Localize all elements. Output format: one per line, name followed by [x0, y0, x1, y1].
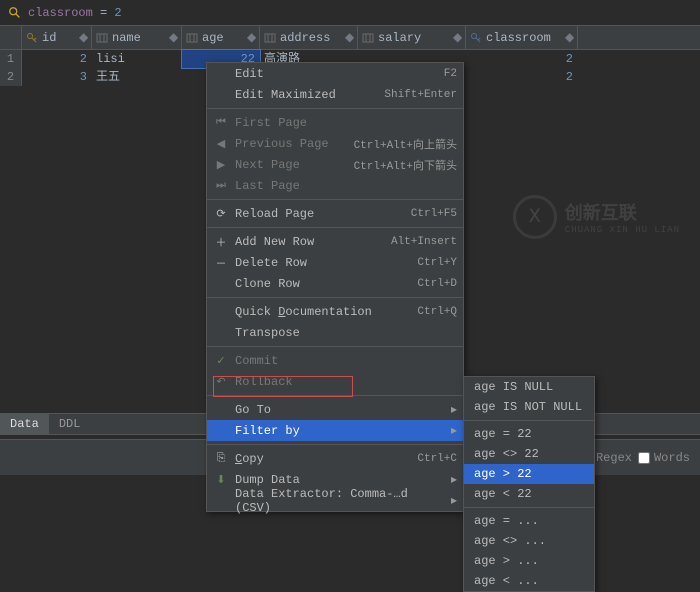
context-menu: EditF2 Edit MaximizedShift+Enter ⏮First … — [206, 62, 464, 512]
filter-expression[interactable]: classroom = 2 — [28, 6, 122, 20]
column-header-age[interactable]: age ◆ — [182, 26, 260, 49]
menu-filter-by[interactable]: Filter by▸ — [207, 420, 463, 441]
column-icon — [264, 32, 276, 44]
cell-name[interactable]: lisi — [92, 50, 182, 68]
column-icon — [362, 32, 374, 44]
menu-first-page: ⏮First Page — [207, 112, 463, 133]
filter-bar: classroom = 2 — [0, 0, 700, 26]
column-label: age — [202, 31, 247, 45]
filter-not-equals-prompt[interactable]: age <> ... — [464, 531, 594, 551]
key-icon — [26, 32, 38, 44]
menu-commit: ✓Commit — [207, 350, 463, 371]
filter-is-null[interactable]: age IS NULL — [464, 377, 594, 397]
column-icon — [96, 32, 108, 44]
first-page-icon: ⏮ — [213, 117, 229, 129]
column-label: classroom — [486, 31, 565, 45]
submenu-arrow-icon: ▸ — [449, 402, 457, 417]
menu-edit-maximized[interactable]: Edit MaximizedShift+Enter — [207, 84, 463, 105]
menu-next-page: ▶Next PageCtrl+Alt+向下箭头 — [207, 154, 463, 175]
column-icon — [186, 32, 198, 44]
menu-copy[interactable]: ⎘CopyCtrl+C — [207, 448, 463, 469]
column-header-name[interactable]: name ◆ — [92, 26, 182, 49]
sort-indicator[interactable]: ◆ — [453, 30, 461, 45]
filter-less-than-prompt[interactable]: age < ... — [464, 571, 594, 591]
menu-last-page: ⏭Last Page — [207, 175, 463, 196]
column-header-salary[interactable]: salary ◆ — [358, 26, 466, 49]
column-label: address — [280, 31, 345, 45]
menu-separator — [207, 444, 463, 445]
tab-data[interactable]: Data — [0, 414, 49, 434]
menu-edit[interactable]: EditF2 — [207, 63, 463, 84]
watermark-py: CHUANG XIN HU LIAN — [565, 225, 680, 235]
menu-transpose[interactable]: Transpose — [207, 322, 463, 343]
menu-quick-documentation[interactable]: Quick DocumentationCtrl+Q — [207, 301, 463, 322]
submenu-arrow-icon: ▸ — [449, 423, 457, 438]
menu-separator — [207, 346, 463, 347]
row-number[interactable]: 2 — [0, 68, 22, 86]
column-label: name — [112, 31, 169, 45]
menu-previous-page: ◀Previous PageCtrl+Alt+向上箭头 — [207, 133, 463, 154]
column-header-id[interactable]: id ◆ — [22, 26, 92, 49]
menu-separator — [464, 420, 594, 421]
watermark: X 创新互联 CHUANG XIN HU LIAN — [513, 195, 680, 239]
menu-clone-row[interactable]: Clone RowCtrl+D — [207, 273, 463, 294]
table-header: id ◆ name ◆ age ◆ address ◆ salary ◆ cla… — [0, 26, 700, 50]
watermark-logo: X — [513, 195, 557, 239]
column-header-address[interactable]: address ◆ — [260, 26, 358, 49]
column-label: id — [42, 31, 79, 45]
prev-page-icon: ◀ — [213, 137, 229, 151]
key-icon — [470, 32, 482, 44]
row-number-header — [0, 26, 22, 49]
menu-reload-page[interactable]: ⟳Reload PageCtrl+F5 — [207, 203, 463, 224]
filter-equals[interactable]: age = 22 — [464, 424, 594, 444]
sort-indicator[interactable]: ◆ — [169, 30, 177, 45]
cell-id[interactable]: 2 — [22, 50, 92, 68]
filter-equals-prompt[interactable]: age = ... — [464, 511, 594, 531]
commit-icon: ✓ — [213, 354, 229, 368]
search-icon — [8, 6, 22, 20]
minus-icon: － — [213, 255, 229, 271]
watermark-cn: 创新互联 — [565, 199, 680, 225]
row-number[interactable]: 1 — [0, 50, 22, 68]
sort-indicator[interactable]: ◆ — [345, 30, 353, 45]
next-page-icon: ▶ — [213, 158, 229, 172]
menu-separator — [207, 227, 463, 228]
sort-indicator[interactable]: ◆ — [79, 30, 87, 45]
cell-id[interactable]: 3 — [22, 68, 92, 86]
dump-icon: ⬇ — [213, 473, 229, 487]
submenu-arrow-icon: ▸ — [449, 493, 457, 508]
menu-data-extractor[interactable]: Data Extractor: Comma-…d (CSV)▸ — [207, 490, 463, 511]
filter-greater-than-prompt[interactable]: age > ... — [464, 551, 594, 571]
sort-indicator[interactable]: ◆ — [247, 30, 255, 45]
words-checkbox[interactable]: Words — [638, 451, 690, 465]
filter-submenu: age IS NULL age IS NOT NULL age = 22 age… — [463, 376, 595, 592]
column-header-classroom[interactable]: classroom ◆ — [466, 26, 578, 49]
submenu-arrow-icon: ▸ — [449, 472, 457, 487]
last-page-icon: ⏭ — [213, 180, 229, 192]
reload-icon: ⟳ — [213, 207, 229, 221]
menu-separator — [207, 199, 463, 200]
cell-name[interactable]: 王五 — [92, 68, 182, 86]
menu-separator — [207, 108, 463, 109]
menu-separator — [207, 297, 463, 298]
menu-go-to[interactable]: Go To▸ — [207, 399, 463, 420]
filter-greater-than[interactable]: age > 22 — [464, 464, 594, 484]
filter-is-not-null[interactable]: age IS NOT NULL — [464, 397, 594, 417]
filter-not-equals[interactable]: age <> 22 — [464, 444, 594, 464]
tab-ddl[interactable]: DDL — [49, 414, 91, 434]
plus-icon: ＋ — [213, 234, 229, 250]
menu-add-row[interactable]: ＋Add New RowAlt+Insert — [207, 231, 463, 252]
copy-icon: ⎘ — [213, 453, 229, 465]
rollback-icon: ↶ — [213, 375, 229, 389]
cell-classroom[interactable]: 2 — [466, 68, 578, 86]
menu-separator — [207, 395, 463, 396]
menu-separator — [464, 507, 594, 508]
cell-classroom[interactable]: 2 — [466, 50, 578, 68]
sort-indicator[interactable]: ◆ — [565, 30, 573, 45]
column-label: salary — [378, 31, 453, 45]
menu-delete-row[interactable]: －Delete RowCtrl+Y — [207, 252, 463, 273]
filter-less-than[interactable]: age < 22 — [464, 484, 594, 504]
menu-rollback: ↶Rollback — [207, 371, 463, 392]
